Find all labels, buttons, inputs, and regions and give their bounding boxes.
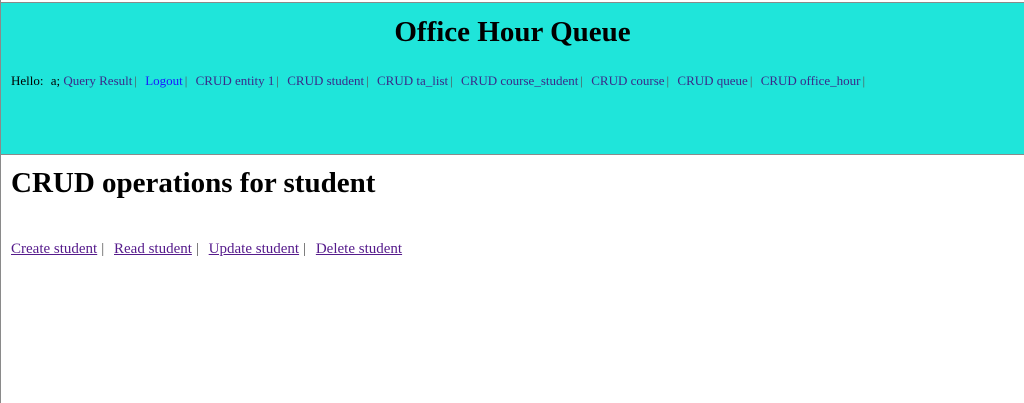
nav-separator: | bbox=[666, 73, 670, 88]
nav-query-result[interactable]: Query Result bbox=[63, 73, 132, 88]
op-separator: | bbox=[195, 241, 199, 257]
nav-separator: | bbox=[450, 73, 453, 88]
site-title: Office Hour Queue bbox=[394, 16, 631, 48]
crud-operations: Create student | Read student | Update stu… bbox=[11, 239, 402, 259]
nav-separator: | bbox=[580, 73, 583, 88]
nav-separator: | bbox=[862, 73, 866, 88]
site-header: Office Hour Queue Hello: a; Query Result… bbox=[1, 2, 1024, 155]
nav-separator: | bbox=[134, 73, 137, 88]
nav-separator: | bbox=[276, 73, 279, 88]
nav-separator: | bbox=[184, 73, 188, 88]
page-title: CRUD operations for student bbox=[11, 167, 376, 199]
create-student-link[interactable]: Create student bbox=[11, 241, 97, 257]
nav-crud-course[interactable]: CRUD course bbox=[591, 73, 664, 88]
op-separator: | bbox=[101, 241, 105, 257]
nav-separator: | bbox=[749, 73, 753, 88]
read-student-link[interactable]: Read student bbox=[114, 241, 192, 257]
nav-logout[interactable]: Logout bbox=[145, 73, 183, 88]
nav-crud-ta-list[interactable]: CRUD ta_list bbox=[377, 73, 448, 88]
nav-separator: | bbox=[366, 73, 369, 88]
update-student-link[interactable]: Update student bbox=[209, 241, 299, 257]
greeting-label: Hello: bbox=[11, 73, 44, 88]
nav-bar: Hello: a; Query Result | Logout | CRUD ent… bbox=[11, 73, 870, 89]
main-content: CRUD operations for student Create stude… bbox=[11, 165, 402, 257]
nav-crud-course-student[interactable]: CRUD course_student bbox=[461, 73, 578, 88]
nav-crud-office-hour[interactable]: CRUD office_hour bbox=[761, 73, 861, 88]
nav-crud-student[interactable]: CRUD student bbox=[287, 73, 364, 88]
user-name: a; bbox=[50, 73, 61, 88]
delete-student-link[interactable]: Delete student bbox=[316, 241, 402, 257]
op-separator: | bbox=[303, 241, 307, 257]
nav-crud-entity-1[interactable]: CRUD entity 1 bbox=[196, 73, 275, 88]
nav-crud-queue[interactable]: CRUD queue bbox=[677, 73, 747, 88]
